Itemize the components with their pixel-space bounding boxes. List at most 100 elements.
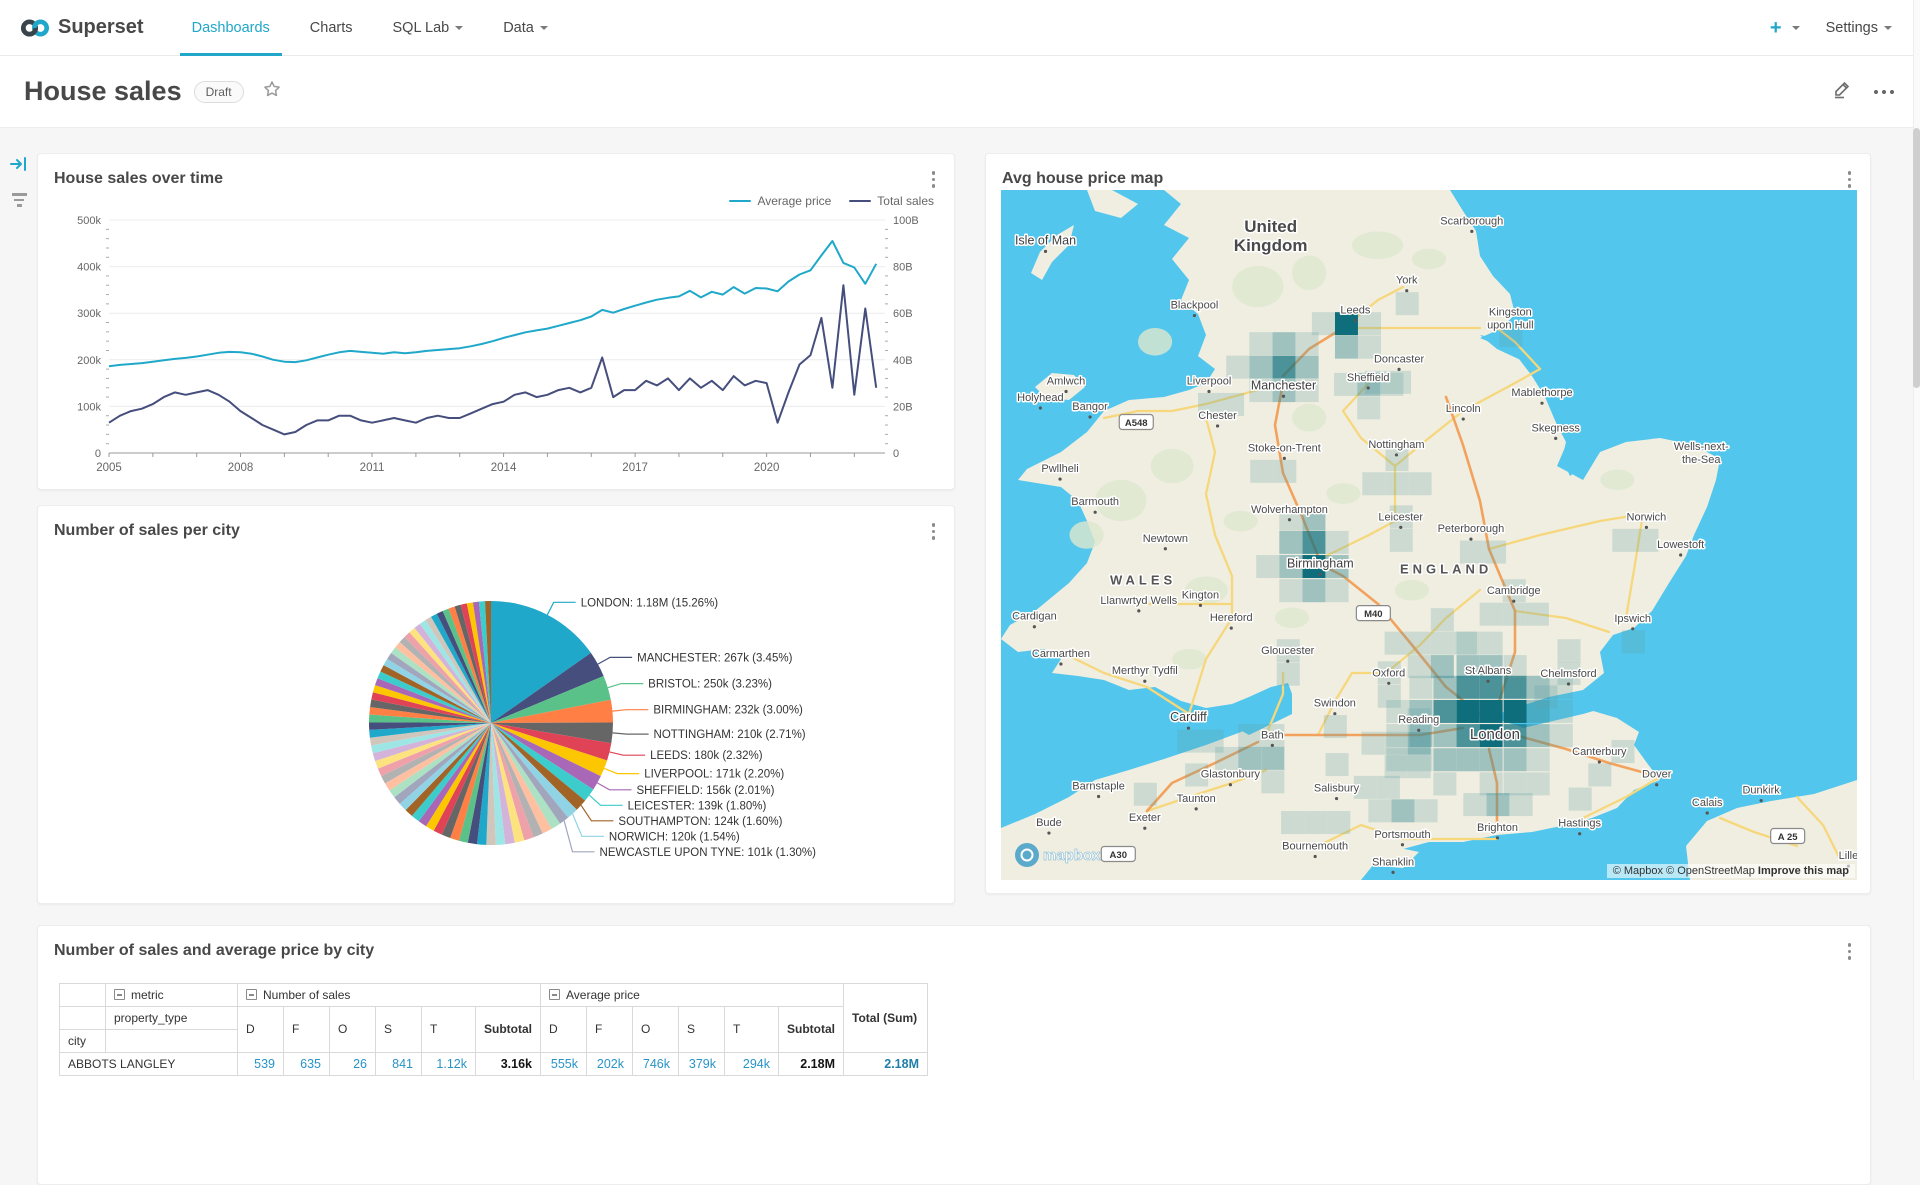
heatmap-cell[interactable] [1480,676,1503,699]
heatmap-cell[interactable] [1388,371,1411,394]
map-container[interactable]: UnitedKingdomIsle of ManWALESENGLANDLond… [1001,190,1857,880]
heatmap-cell[interactable] [1368,799,1391,822]
heatmap-cell[interactable] [1326,531,1349,554]
col-total[interactable]: Total (Sum) [844,983,928,1052]
chart-menu-icon[interactable] [929,520,939,543]
heatmap-cell[interactable] [1335,336,1358,359]
heatmap-cell[interactable] [1249,332,1272,355]
heatmap-cell[interactable] [1433,676,1456,699]
subcol-f[interactable]: F [284,1006,330,1052]
subcol-o[interactable]: O [330,1006,376,1052]
filter-icon[interactable] [12,193,27,207]
heatmap-cell[interactable] [1277,663,1300,686]
heatmap-cell[interactable] [1460,541,1483,564]
chart-menu-icon[interactable] [1845,940,1855,963]
heatmap-cell[interactable] [1534,685,1557,708]
subcol-s[interactable]: S [679,1006,725,1052]
heatmap-cell[interactable] [1503,603,1526,626]
subcol-d[interactable]: D [238,1006,284,1052]
heatmap-cell[interactable] [1431,632,1454,655]
favorite-star-icon[interactable] [262,79,282,104]
heatmap-cell[interactable] [1134,783,1157,806]
heatmap-cell[interactable] [1480,772,1503,795]
heatmap-cell[interactable] [1550,724,1573,747]
heatmap-cell[interactable] [1302,579,1325,602]
heatmap-cell[interactable] [1272,356,1295,379]
heatmap-cell[interactable] [1558,639,1581,662]
heatmap-cell[interactable] [1612,529,1635,552]
collapse-icon[interactable] [549,989,560,1000]
col-property-type[interactable]: property_type [106,1006,238,1029]
heatmap-cell[interactable] [1408,732,1431,755]
scrollbar-thumb[interactable] [1913,128,1920,388]
heatmap-cell[interactable] [1527,748,1550,771]
settings-menu[interactable]: Settings [1826,20,1892,36]
heatmap-cell[interactable] [1326,579,1349,602]
col-group-number-of-sales[interactable]: Number of sales [238,983,541,1006]
expand-filter-bar-icon[interactable] [10,156,28,177]
heatmap-cell[interactable] [1362,732,1385,755]
col-metric[interactable]: metric [106,983,238,1006]
collapse-icon[interactable] [246,989,257,1000]
heatmap-cell[interactable] [1504,676,1527,699]
subcol-subtotal[interactable]: Subtotal [476,1006,541,1052]
heatmap-cell[interactable] [1302,531,1325,554]
heatmap-cell[interactable] [1408,632,1431,655]
heatmap-cell[interactable] [1238,724,1261,747]
heatmap-cell[interactable] [1635,529,1658,552]
heatmap-cell[interactable] [1463,793,1486,816]
heatmap-cell[interactable] [1504,772,1527,795]
heatmap-cell[interactable] [1279,579,1302,602]
heatmap-cell[interactable] [1279,531,1302,554]
heatmap-cell[interactable] [1304,811,1327,834]
subcol-s[interactable]: S [376,1006,422,1052]
heatmap-cell[interactable] [1390,529,1413,552]
heatmap-cell[interactable] [1378,685,1401,708]
heatmap-cell[interactable] [1433,748,1456,771]
heatmap-cell[interactable] [1326,753,1349,776]
heatmap-cell[interactable] [1327,811,1350,834]
heatmap-cell[interactable] [1281,811,1304,834]
heatmap-cell[interactable] [1622,630,1645,653]
heatmap-cell[interactable] [1273,460,1296,483]
heatmap-cell[interactable] [1431,608,1454,631]
heatmap-cell[interactable] [1272,332,1295,355]
heatmap-cell[interactable] [1480,632,1503,655]
heatmap-cell[interactable] [1527,772,1550,795]
edit-dashboard-icon[interactable] [1832,79,1852,104]
heatmap-cell[interactable] [1480,700,1503,723]
heatmap-cell[interactable] [1457,748,1480,771]
heatmap-cell[interactable] [1457,700,1480,723]
heatmap-cell[interactable] [1396,292,1419,315]
heatmap-cell[interactable] [1486,793,1509,816]
new-item-button[interactable]: + [1770,18,1800,38]
heatmap-cell[interactable] [1454,632,1477,655]
heatmap-cell[interactable] [1409,676,1432,699]
attribution-link[interactable]: © Mapbox © OpenStreetMap [1613,865,1755,877]
subcol-o[interactable]: O [633,1006,679,1052]
heatmap-cell[interactable] [1526,603,1549,626]
heatmap-cell[interactable] [1385,632,1408,655]
improve-map-link[interactable]: Improve this map [1758,865,1849,877]
heatmap-cell[interactable] [1377,776,1400,799]
heatmap-cell[interactable] [1433,772,1456,795]
heatmap-cell[interactable] [1385,472,1408,495]
superset-brand[interactable]: Superset [20,16,144,39]
heatmap-cell[interactable] [1385,732,1408,755]
heatmap-cell[interactable] [1296,356,1319,379]
nav-item-dashboards[interactable]: Dashboards [172,0,290,56]
heatmap-cell[interactable] [1408,655,1431,678]
heatmap-cell[interactable] [1483,541,1506,564]
heatmap-cell[interactable] [1391,799,1414,822]
row-city-label[interactable]: ABBOTS LANGLEY [60,1052,238,1075]
subcol-f[interactable]: F [587,1006,633,1052]
nav-item-sql-lab[interactable]: SQL Lab [373,0,484,56]
heatmap-cell[interactable] [1362,472,1385,495]
chart-menu-icon[interactable] [929,168,939,191]
heatmap-cell[interactable] [1504,748,1527,771]
heatmap-cell[interactable] [1256,555,1279,578]
heatmap-cell[interactable] [1249,356,1272,379]
heatmap-cell[interactable] [1385,448,1408,471]
subcol-d[interactable]: D [541,1006,587,1052]
heatmap-cell[interactable] [1415,799,1438,822]
